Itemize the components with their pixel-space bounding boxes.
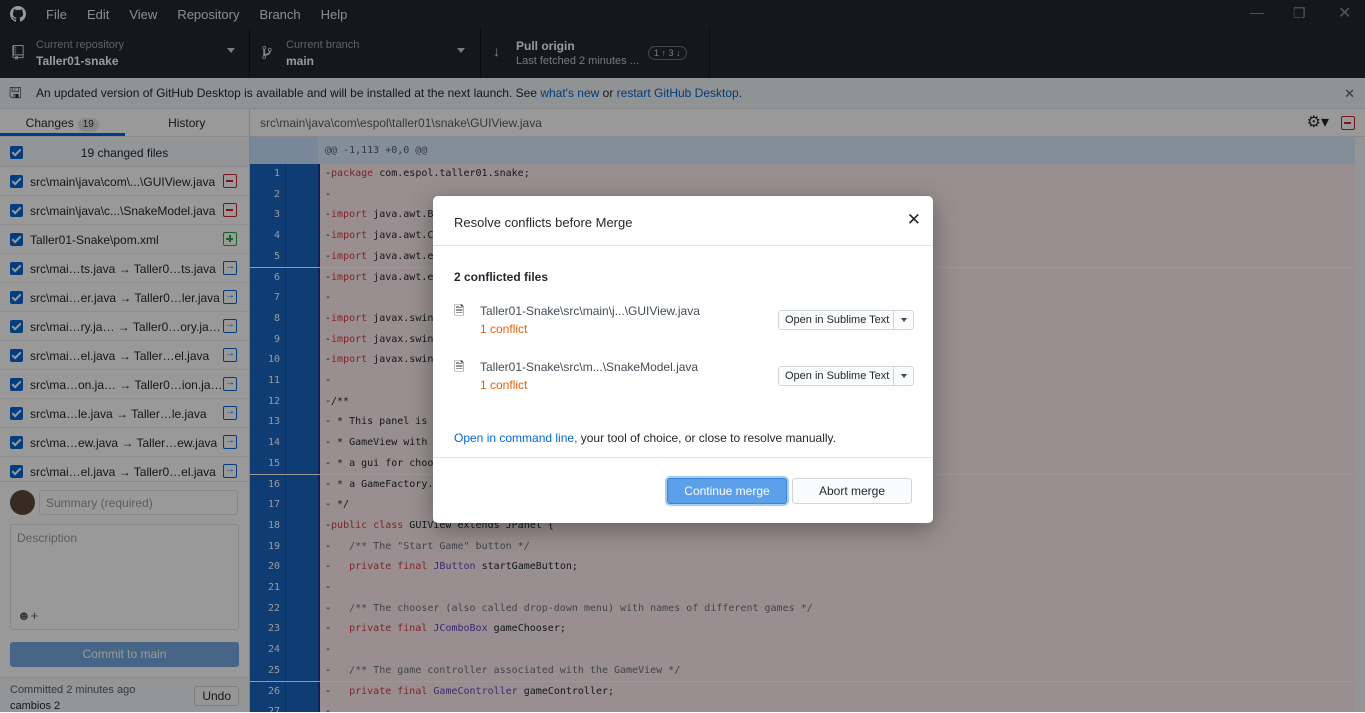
conflict-count: 1 conflict [480, 322, 528, 336]
chevron-down-icon[interactable] [893, 311, 913, 329]
resolve-hint-text: your tool of choice, or close to resolve… [577, 431, 836, 445]
open-in-editor-button[interactable]: Open in Sublime Text [778, 310, 914, 330]
conflicted-files-count: 2 conflicted files [454, 270, 549, 284]
conflicted-file-item: 🗎 Taller01-Snake\src\main\j...\GUIView.j… [454, 302, 914, 342]
conflicted-file-name: Taller01-Snake\src\m...\SnakeModel.java [480, 360, 699, 374]
conflicted-file-item: 🗎 Taller01-Snake\src\m...\SnakeModel.jav… [454, 358, 914, 398]
resolve-conflicts-dialog: Resolve conflicts before Merge ✕ 2 confl… [433, 196, 933, 523]
resolve-hint: Open in command line, your tool of choic… [454, 431, 836, 445]
conflict-count: 1 conflict [480, 378, 528, 392]
abort-merge-button[interactable]: Abort merge [792, 478, 912, 504]
dialog-body: 2 conflicted files 🗎 Taller01-Snake\src\… [433, 246, 933, 457]
file-diff-icon: 🗎 [454, 359, 465, 374]
conflicted-file-name: Taller01-Snake\src\main\j...\GUIView.jav… [480, 304, 700, 318]
dialog-title: Resolve conflicts before Merge [454, 215, 633, 230]
continue-merge-button[interactable]: Continue merge [667, 478, 787, 504]
open-in-editor-label: Open in Sublime Text [785, 314, 890, 326]
open-in-editor-button[interactable]: Open in Sublime Text [778, 366, 914, 386]
open-in-editor-label: Open in Sublime Text [785, 370, 890, 382]
file-diff-icon: 🗎 [454, 303, 465, 318]
close-icon[interactable]: ✕ [907, 210, 921, 230]
dialog-header: Resolve conflicts before Merge ✕ [433, 196, 933, 246]
chevron-down-icon[interactable] [893, 367, 913, 385]
open-command-line-link[interactable]: Open in command line, [454, 431, 577, 445]
dialog-footer: Continue merge Abort merge [433, 457, 933, 523]
